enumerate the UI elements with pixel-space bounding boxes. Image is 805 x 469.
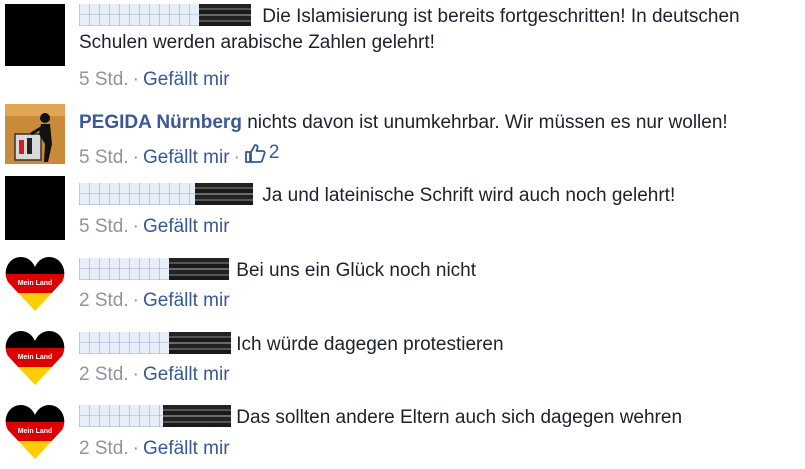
pegida-logo-icon <box>5 104 65 164</box>
like-count[interactable]: 2 <box>244 142 280 164</box>
redacted-author-name[interactable] <box>79 332 231 354</box>
comment-meta: 2 Std. · Gefällt mir <box>79 290 230 312</box>
avatar[interactable] <box>5 176 65 240</box>
separator: · <box>132 438 139 459</box>
comment-text: Ich würde dagegen protestieren <box>236 334 504 355</box>
like-button[interactable]: Gefällt mir <box>143 290 230 311</box>
comment-text: Das sollten andere Eltern auch sich dage… <box>236 407 683 428</box>
avatar[interactable]: Mein Land <box>5 328 65 386</box>
comment-meta: 5 Std. · Gefällt mir <box>79 216 230 238</box>
like-button[interactable]: Gefällt mir <box>143 438 230 459</box>
separator: · <box>132 216 139 237</box>
comment-meta: 2 Std. · Gefällt mir <box>79 364 230 386</box>
timestamp[interactable]: 2 Std. <box>79 364 129 385</box>
avatar[interactable] <box>5 4 65 66</box>
author-name[interactable]: PEGIDA Nürnberg <box>79 112 242 133</box>
comment-text: nichts davon ist unumkehrbar. Wir müssen… <box>247 112 728 133</box>
like-count-value: 2 <box>268 142 280 163</box>
separator: · <box>132 147 139 168</box>
timestamp[interactable]: 2 Std. <box>79 290 129 311</box>
separator: · <box>132 290 139 311</box>
like-button[interactable]: Gefällt mir <box>143 216 230 237</box>
comment-meta: 5 Std. · Gefällt mir <box>79 69 230 91</box>
thumbs-up-icon <box>244 144 266 163</box>
avatar[interactable] <box>5 104 65 164</box>
comment-meta: 5 Std. · Gefällt mir · 2 <box>79 142 279 169</box>
redacted-author-name[interactable] <box>79 183 257 205</box>
timestamp[interactable]: 2 Std. <box>79 438 129 459</box>
timestamp[interactable]: 5 Std. <box>79 147 129 168</box>
heart-label: Mein Land <box>18 428 53 435</box>
like-button[interactable]: Gefällt mir <box>143 364 230 385</box>
mein-land-heart-icon: Mein Land <box>5 257 65 311</box>
like-button[interactable]: Gefällt mir <box>143 147 230 168</box>
separator: · <box>132 364 139 385</box>
mein-land-heart-icon: Mein Land <box>5 405 65 459</box>
redacted-author-name[interactable] <box>79 4 257 26</box>
mein-land-heart-icon: Mein Land <box>5 331 65 385</box>
timestamp[interactable]: 5 Std. <box>79 69 129 90</box>
avatar[interactable]: Mein Land <box>5 254 65 312</box>
separator: · <box>233 147 240 168</box>
separator: · <box>132 69 139 90</box>
comment-text: Bei uns ein Glück noch nicht <box>236 260 477 281</box>
avatar[interactable]: Mein Land <box>5 402 65 460</box>
timestamp[interactable]: 5 Std. <box>79 216 129 237</box>
like-button[interactable]: Gefällt mir <box>143 69 230 90</box>
heart-label: Mein Land <box>18 354 53 361</box>
comment-text: Ja und lateinische Schrift wird auch noc… <box>262 185 676 206</box>
heart-label: Mein Land <box>18 280 53 287</box>
redacted-author-name[interactable] <box>79 258 231 280</box>
comment-meta: 2 Std. · Gefällt mir <box>79 438 230 460</box>
redacted-author-name[interactable] <box>79 405 231 427</box>
